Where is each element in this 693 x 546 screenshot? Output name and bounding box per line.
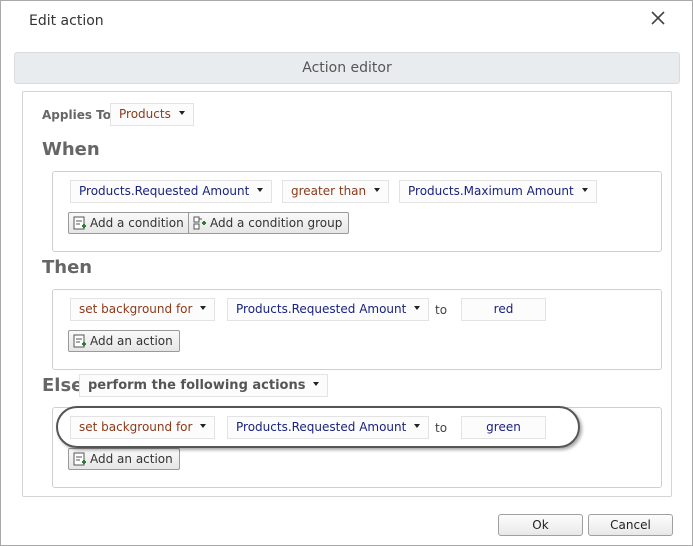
close-icon[interactable] xyxy=(648,8,668,28)
add-action-icon xyxy=(73,334,86,347)
chevron-down-icon xyxy=(581,187,588,192)
ok-button[interactable]: Ok xyxy=(498,514,583,536)
add-condition-button[interactable]: Add a condition xyxy=(68,212,191,234)
chevron-down-icon xyxy=(414,305,421,310)
chevron-down-icon xyxy=(257,187,264,192)
add-condition-group-icon xyxy=(193,216,206,229)
when-title: When xyxy=(42,139,100,160)
applies-to-value: Products xyxy=(119,107,171,121)
then-add-action-label: Add an action xyxy=(90,334,173,348)
applies-to-label: Applies To xyxy=(42,108,111,122)
chevron-down-icon xyxy=(200,305,207,310)
then-box: set background for Products.Requested Am… xyxy=(52,289,662,370)
condition-operator-dropdown[interactable]: greater than xyxy=(282,180,390,203)
dialog-title: Edit action xyxy=(29,13,104,29)
then-value-field[interactable]: red xyxy=(461,298,546,321)
then-action-value: set background for xyxy=(79,302,193,316)
condition-field-dropdown[interactable]: Products.Requested Amount xyxy=(70,180,273,203)
condition-operator-value: greater than xyxy=(291,184,367,198)
chevron-down-icon xyxy=(313,381,320,386)
condition-field-value: Products.Requested Amount xyxy=(79,184,250,198)
else-title: Else xyxy=(42,375,84,396)
action-editor-body: Applies To Products When Products.Reques… xyxy=(22,91,672,497)
action-editor-header: Action editor xyxy=(14,52,680,84)
condition-value-dropdown[interactable]: Products.Maximum Amount xyxy=(399,180,597,203)
when-box: Products.Requested Amount greater than P… xyxy=(52,171,662,252)
add-action-icon xyxy=(73,452,86,465)
else-mode-dropdown[interactable]: perform the following actions xyxy=(79,374,329,397)
applies-to-dropdown[interactable]: Products xyxy=(110,103,194,126)
add-condition-group-label: Add a condition group xyxy=(210,216,343,230)
edit-action-dialog: Edit action Action editor Applies To Pro… xyxy=(0,0,693,546)
then-add-action-button[interactable]: Add an action xyxy=(68,330,180,352)
add-condition-icon xyxy=(73,216,86,229)
condition-value-text: Products.Maximum Amount xyxy=(408,184,574,198)
highlight-oval xyxy=(56,406,580,448)
chevron-down-icon xyxy=(178,110,185,115)
else-add-action-button[interactable]: Add an action xyxy=(68,448,180,470)
then-field-dropdown[interactable]: Products.Requested Amount xyxy=(227,298,430,321)
cancel-button[interactable]: Cancel xyxy=(588,514,673,536)
then-to-label: to xyxy=(435,303,448,317)
else-add-action-label: Add an action xyxy=(90,452,173,466)
else-mode-value: perform the following actions xyxy=(88,378,306,393)
then-title: Then xyxy=(42,257,93,278)
then-action-dropdown[interactable]: set background for xyxy=(70,298,216,321)
chevron-down-icon xyxy=(374,187,381,192)
then-field-value: Products.Requested Amount xyxy=(236,302,407,316)
add-condition-group-button[interactable]: Add a condition group xyxy=(188,212,350,234)
add-condition-label: Add a condition xyxy=(90,216,184,230)
dialog-titlebar: Edit action xyxy=(1,1,692,41)
